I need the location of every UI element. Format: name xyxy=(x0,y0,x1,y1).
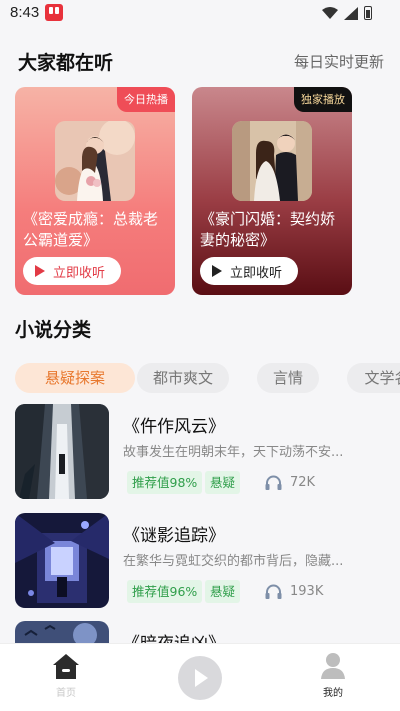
category-chip-suspense[interactable]: 悬疑探案 xyxy=(15,363,135,393)
listen-count: 193K xyxy=(265,580,323,603)
listen-count-value: 72K xyxy=(290,475,316,490)
book-title: 《谜影追踪》 xyxy=(123,526,225,546)
book-list-item[interactable]: 《谜影追踪》 在繁华与霓虹交织的都市背后，隐藏... 推荐值96% 悬疑 193… xyxy=(15,513,400,608)
featured-title: 《豪门闪婚：契约娇妻的秘密》 xyxy=(200,210,336,249)
genre-tag: 悬疑 xyxy=(205,471,241,494)
genre-tag: 悬疑 xyxy=(205,580,241,603)
book-title: 《仵作风云》 xyxy=(123,417,225,437)
app-page: 8:43 大家都在听 每日实时更新 今日热播 《密爱成瘾：总裁老公霸道爱》 立即… xyxy=(0,0,400,711)
play-icon xyxy=(212,265,222,277)
recommend-score-tag: 推荐值98% xyxy=(127,471,203,494)
book-cover-image xyxy=(15,404,109,499)
book-cover-image xyxy=(15,513,109,608)
category-tabs: 悬疑探案 都市爽文 言情 文学名 xyxy=(15,363,400,393)
listen-now-button[interactable]: 立即收听 xyxy=(200,257,298,285)
category-chip-romance[interactable]: 言情 xyxy=(257,363,319,393)
featured-title: 《密爱成瘾：总裁老公霸道爱》 xyxy=(23,210,159,249)
recommend-score-tag: 推荐值96% xyxy=(127,580,203,603)
category-section-title: 小说分类 xyxy=(15,319,92,341)
app-notification-icon xyxy=(45,4,63,21)
headphone-icon xyxy=(265,584,282,599)
book-list-item[interactable]: 《仵作风云》 故事发生在明朝末年，天下动荡不安... 推荐值98% 悬疑 72K xyxy=(15,404,400,499)
center-play-button[interactable] xyxy=(178,656,222,700)
hot-badge: 今日热播 xyxy=(117,87,175,112)
status-icons xyxy=(322,6,372,20)
nav-mine-label: 我的 xyxy=(323,688,343,699)
featured-cover-image xyxy=(232,121,312,201)
nav-home-label: 首页 xyxy=(56,688,76,699)
nav-home[interactable]: 首页 xyxy=(36,652,96,699)
listen-now-button[interactable]: 立即收听 xyxy=(23,257,121,285)
status-bar: 8:43 xyxy=(0,0,400,28)
daily-update-link[interactable]: 每日实时更新 xyxy=(294,51,384,72)
featured-cover-image xyxy=(55,121,135,201)
featured-card[interactable]: 独家播放 《豪门闪婚：契约娇妻的秘密》 立即收听 xyxy=(192,87,352,295)
home-icon xyxy=(53,654,79,679)
exclusive-badge: 独家播放 xyxy=(294,87,352,112)
listen-count-value: 193K xyxy=(290,584,324,599)
listen-now-label: 立即收听 xyxy=(230,265,283,281)
listen-count: 72K xyxy=(265,471,315,494)
user-icon xyxy=(321,653,345,679)
book-description: 故事发生在明朝末年，天下动荡不安... xyxy=(123,445,344,460)
hot-section-title: 大家都在听 xyxy=(18,52,114,74)
headphone-icon xyxy=(265,475,282,490)
book-description: 在繁华与霓虹交织的都市背后，隐藏... xyxy=(123,554,344,569)
category-chip-literature[interactable]: 文学名 xyxy=(347,363,400,393)
featured-card[interactable]: 今日热播 《密爱成瘾：总裁老公霸道爱》 立即收听 xyxy=(15,87,175,295)
category-chip-urban[interactable]: 都市爽文 xyxy=(137,363,229,393)
listen-now-label: 立即收听 xyxy=(53,265,106,281)
play-icon xyxy=(35,265,45,277)
status-time: 8:43 xyxy=(10,4,40,21)
signal-icon xyxy=(344,6,358,20)
wifi-icon xyxy=(322,7,338,19)
nav-mine[interactable]: 我的 xyxy=(303,652,363,699)
battery-icon xyxy=(364,6,372,20)
